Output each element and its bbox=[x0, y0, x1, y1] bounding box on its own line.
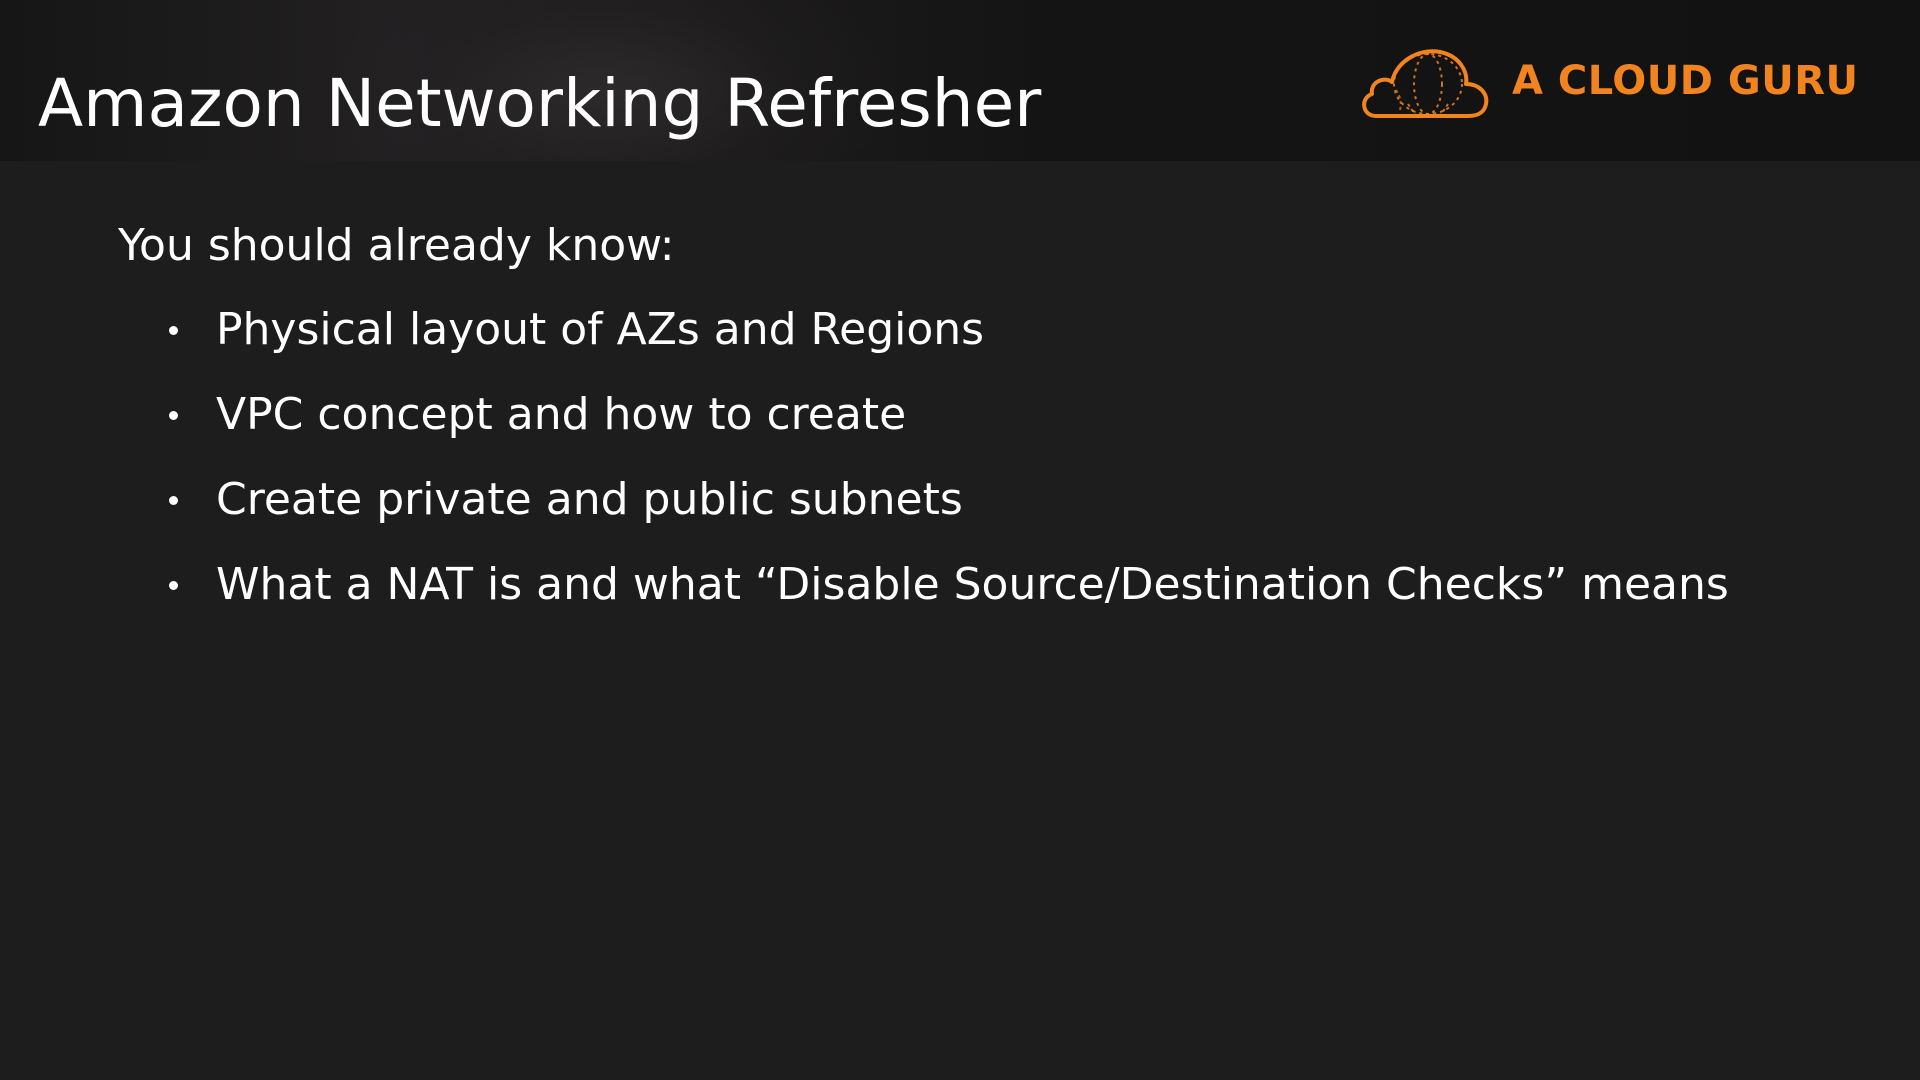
bullet-item: Physical layout of AZs and Regions bbox=[118, 296, 1818, 364]
bullet-list: Physical layout of AZs and Regions VPC c… bbox=[118, 296, 1818, 619]
bullet-item: Create private and public subnets bbox=[118, 466, 1818, 534]
slide: Amazon Networking Refresher A CLOUD GURU… bbox=[0, 0, 1920, 1080]
bullet-dot-icon bbox=[169, 411, 178, 420]
bullet-text: VPC concept and how to create bbox=[216, 389, 907, 440]
brand-name: A CLOUD GURU bbox=[1512, 58, 1859, 104]
cloud-balloon-icon bbox=[1362, 49, 1489, 118]
bullet-dot-icon bbox=[169, 326, 178, 335]
intro-text: You should already know: bbox=[118, 220, 675, 271]
page-title: Amazon Networking Refresher bbox=[38, 65, 1042, 142]
bullet-text: Physical layout of AZs and Regions bbox=[216, 304, 985, 355]
slide-content: You should already know: Physical layout… bbox=[118, 212, 1818, 636]
bullet-item: VPC concept and how to create bbox=[118, 381, 1818, 449]
bullet-dot-icon bbox=[169, 496, 178, 505]
bullet-item: What a NAT is and what “Disable Source/D… bbox=[118, 551, 1818, 619]
brand-logo: A CLOUD GURU bbox=[1356, 40, 1886, 125]
bullet-text: What a NAT is and what “Disable Source/D… bbox=[216, 559, 1729, 610]
header-bar: Amazon Networking Refresher A CLOUD GURU bbox=[0, 0, 1920, 161]
bullet-text: Create private and public subnets bbox=[216, 474, 963, 525]
bullet-dot-icon bbox=[169, 581, 178, 590]
